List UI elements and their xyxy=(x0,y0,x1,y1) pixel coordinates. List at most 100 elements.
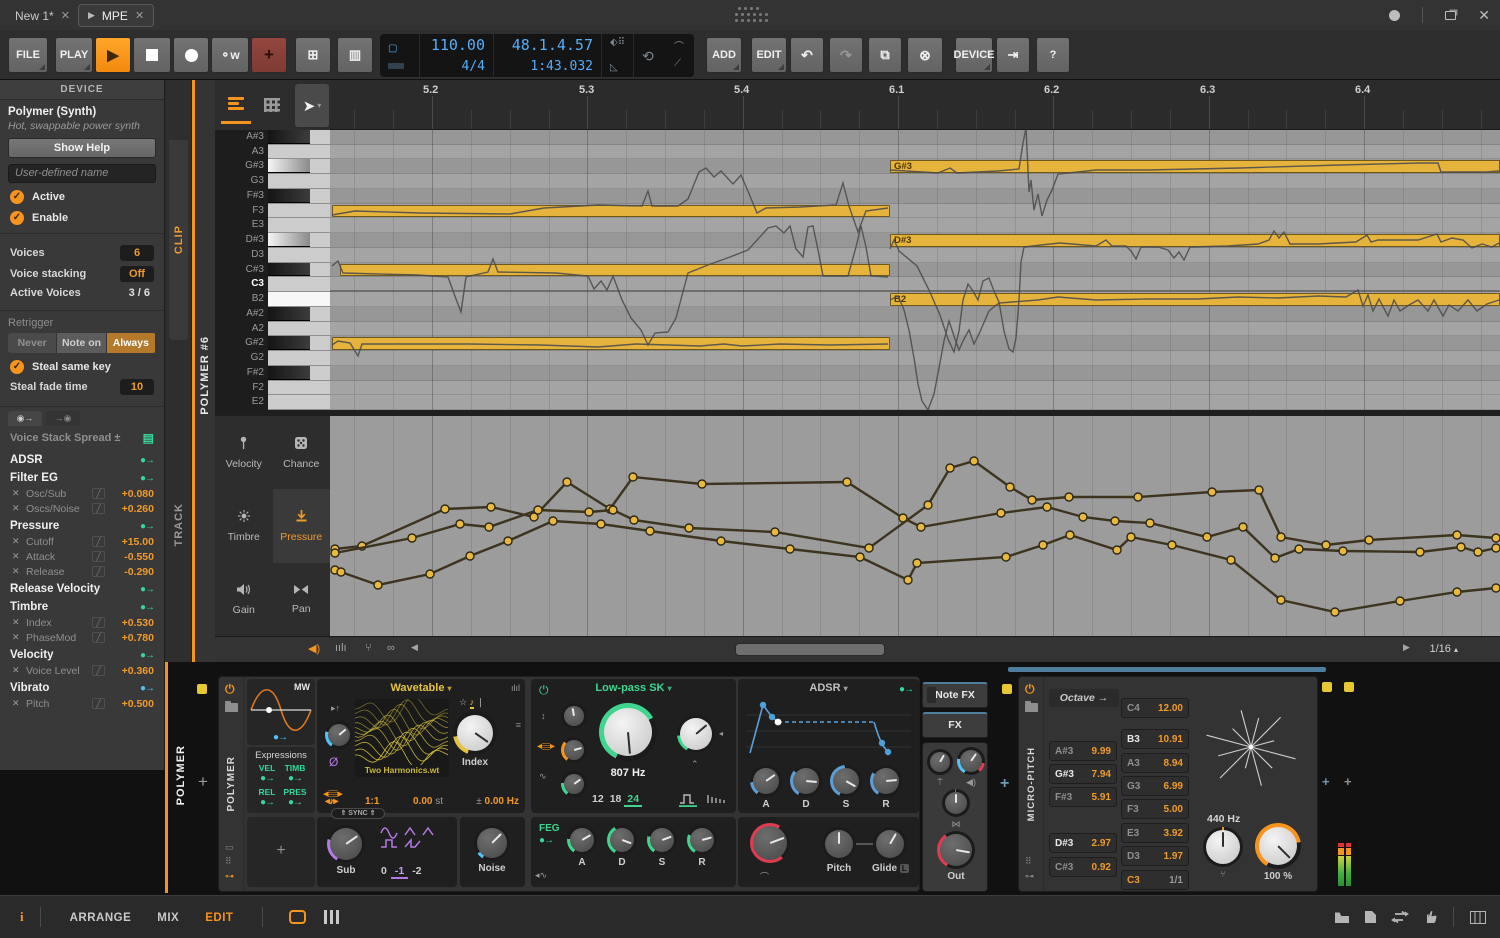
tempo-value[interactable]: 110.00 xyxy=(428,38,485,53)
mod-source-velocity[interactable]: Velocity●→ xyxy=(0,645,164,663)
pitch-glide-panel[interactable]: ⌒ Pitch Glide L xyxy=(738,817,919,887)
osc-type-dropdown[interactable]: Wavetable ▾ xyxy=(317,682,525,694)
note-grid[interactable]: G#3D#3B2 xyxy=(330,130,1500,410)
osc-ratio[interactable]: 1:1 xyxy=(365,796,379,807)
velocity-depth-knob[interactable]: ⍑ xyxy=(927,749,953,788)
pointer-tool-button[interactable]: ➤▾ xyxy=(295,84,329,127)
mod-target-row[interactable]: ✕Index+0.530 xyxy=(0,615,164,630)
filter-comb-icon[interactable]: ◂𝄙▸ xyxy=(537,741,555,752)
polymer-device[interactable]: ⏻ POLYMER ▭ ⠿ ⊶ MW ●→ Expressions VEL●→T… xyxy=(218,676,920,892)
steal-same-key-toggle[interactable]: ✓Steal same key xyxy=(10,360,154,374)
help-button[interactable]: ? xyxy=(1036,37,1070,73)
time-signature[interactable]: 4/4 xyxy=(428,60,485,73)
expressions-panel[interactable]: Expressions VEL●→TIMB●→REL●→PRES●→ xyxy=(247,747,315,813)
retrigger-option-always[interactable]: Always xyxy=(107,333,156,353)
scrollbar-thumb[interactable] xyxy=(735,643,885,656)
loop-icon[interactable]: ⟲ xyxy=(642,49,654,63)
micro-pitch-device[interactable]: ⏻ MICRO-PITCH ⠿ ⊶ Octave → A#39.99G#37.9… xyxy=(1018,676,1318,892)
oscillator-panel[interactable]: Wavetable ▾ ılıl ▸↑ Ø ◂𝄙▸ Two Harmonics.… xyxy=(317,679,525,813)
tuning-row-F3[interactable]: F35.00 xyxy=(1121,799,1189,819)
out-knob[interactable]: Out xyxy=(937,831,975,882)
tuning-row-C4[interactable]: C412.00 xyxy=(1121,698,1189,718)
filter-slope-selector[interactable]: 121824 xyxy=(589,789,642,807)
expression-timbre-button[interactable]: Timbre xyxy=(215,489,273,562)
add-device-button[interactable]: + xyxy=(1322,774,1330,789)
filter-drive-knob[interactable] xyxy=(561,737,587,763)
piano-key-F#3[interactable]: F#3 xyxy=(215,189,330,204)
voices-param[interactable]: Voices6 xyxy=(10,245,154,261)
osc-pitch-knob[interactable] xyxy=(325,721,353,749)
filter-resonance-knob[interactable] xyxy=(677,715,715,753)
tab-new1[interactable]: New 1* ✕ xyxy=(6,4,79,27)
spectrum-icon[interactable]: ılıl xyxy=(511,683,520,693)
voice-stack-spread-row[interactable]: Voice Stack Spread ±▤ xyxy=(0,428,164,450)
position-value[interactable]: 48.1.4.57 xyxy=(502,38,593,53)
expression-slot-timb[interactable]: TIMB●→ xyxy=(281,763,309,784)
track-name-vertical[interactable]: POLYMER xyxy=(173,740,189,810)
steal-fade-value[interactable]: 10 xyxy=(120,379,154,395)
mod-arrow-icon[interactable]: ●→ xyxy=(253,797,281,808)
filter-keytrack-knob[interactable] xyxy=(561,703,587,729)
io-routing-button[interactable]: ⇥ xyxy=(996,37,1030,73)
piano-key-G#3[interactable]: G#3 xyxy=(215,159,330,174)
feg-knobs-knob-S[interactable]: S xyxy=(647,825,677,868)
hand-tool-icon[interactable] xyxy=(1423,910,1437,924)
sub-octave-0[interactable]: 0 xyxy=(377,865,391,877)
add-device-between-button[interactable]: + xyxy=(1000,775,1009,793)
file-icon[interactable] xyxy=(1364,910,1377,924)
env-knobs-knob-A[interactable]: A xyxy=(750,765,782,810)
expression-velocity-button[interactable]: Velocity xyxy=(215,416,273,489)
glide-curve-knob[interactable] xyxy=(750,823,790,863)
micro-pitch-name[interactable]: MICRO-PITCH xyxy=(1022,724,1040,844)
folder-icon[interactable] xyxy=(225,703,238,712)
matrix-view-tab[interactable] xyxy=(257,86,287,124)
ramp-icon[interactable]: ⟋ xyxy=(674,59,684,69)
tuning-row-A#3[interactable]: A#39.99 xyxy=(1049,741,1117,761)
scroll-left-icon[interactable]: ◀ xyxy=(411,642,418,653)
sub-osc-panel[interactable]: Sub 0-1-2 xyxy=(317,817,457,887)
fade-icon[interactable]: ⌒ xyxy=(674,43,684,53)
pitch-knob[interactable]: Pitch xyxy=(822,827,856,874)
tuning-row-D3[interactable]: D31.97 xyxy=(1121,846,1189,866)
play-menu-button[interactable]: PLAY xyxy=(55,37,93,73)
filter-slope-18[interactable]: 18 xyxy=(607,793,625,805)
polymer-device-name[interactable]: POLYMER xyxy=(222,724,240,844)
loop-cell[interactable]: ⟲ ⌒ ⟋ xyxy=(634,34,692,77)
clip-tab[interactable]: CLIP xyxy=(169,140,188,340)
keytrack-icon[interactable]: ▸↑ xyxy=(331,703,340,714)
metronome-icon[interactable]: ▢ xyxy=(388,43,397,54)
piano-key-G3[interactable]: G3 xyxy=(215,174,330,189)
mod-source-release-velocity[interactable]: Release Velocity●→ xyxy=(0,579,164,597)
mod-source-adsr[interactable]: ADSR●→ xyxy=(0,450,164,468)
feg-mod-arrow-icon[interactable]: ●→ xyxy=(539,835,553,846)
scroll-right-icon[interactable]: ▶ xyxy=(1403,642,1410,653)
tuning-row-D#3[interactable]: D#32.97 xyxy=(1049,833,1117,853)
window-restore-icon[interactable] xyxy=(1445,11,1456,20)
feg-knobs-knob-R[interactable]: R xyxy=(687,825,717,868)
mod-sources-tab[interactable]: ◉→ xyxy=(8,411,42,426)
redo-button[interactable]: ↷ xyxy=(829,37,863,73)
overdub-button[interactable]: ⚬w xyxy=(211,37,249,73)
tuning-row-B3[interactable]: B310.91 xyxy=(1121,729,1189,749)
env-knobs-knob-R[interactable]: R xyxy=(870,765,902,810)
wavetable-file[interactable]: Two Harmonics.wt xyxy=(355,765,449,775)
mapping-grid-icon[interactable]: ⠿ xyxy=(1025,856,1032,867)
tuning-row-F#3[interactable]: F#35.91 xyxy=(1049,787,1117,807)
amp-env-panel[interactable]: ADSR ▾ ●→ ADSR xyxy=(738,679,919,813)
filter-slope-12[interactable]: 12 xyxy=(589,793,607,805)
mw-mod-arrow-icon[interactable]: ●→ xyxy=(273,732,287,743)
piano-editor-icon[interactable] xyxy=(1470,911,1486,924)
piano-key-C3[interactable]: C3 xyxy=(215,277,330,292)
piano-key-B2[interactable]: B2 xyxy=(215,292,330,307)
index-knob[interactable]: Index xyxy=(453,711,497,768)
close-icon[interactable]: ✕ xyxy=(61,9,70,22)
duplicate-button[interactable]: ⧉ xyxy=(868,37,902,73)
device-name-input[interactable]: User-defined name xyxy=(8,164,156,183)
env-display[interactable] xyxy=(746,697,911,757)
link-icon[interactable]: ∞ xyxy=(387,642,395,654)
undo-button[interactable]: ↶ xyxy=(790,37,824,73)
filter-shape-icons[interactable] xyxy=(678,791,728,807)
window-record-icon[interactable] xyxy=(1389,10,1400,21)
env-mod-arrow-icon[interactable]: ●→ xyxy=(899,684,913,695)
punch-in-icon[interactable]: ⬖⠿ xyxy=(610,38,625,48)
